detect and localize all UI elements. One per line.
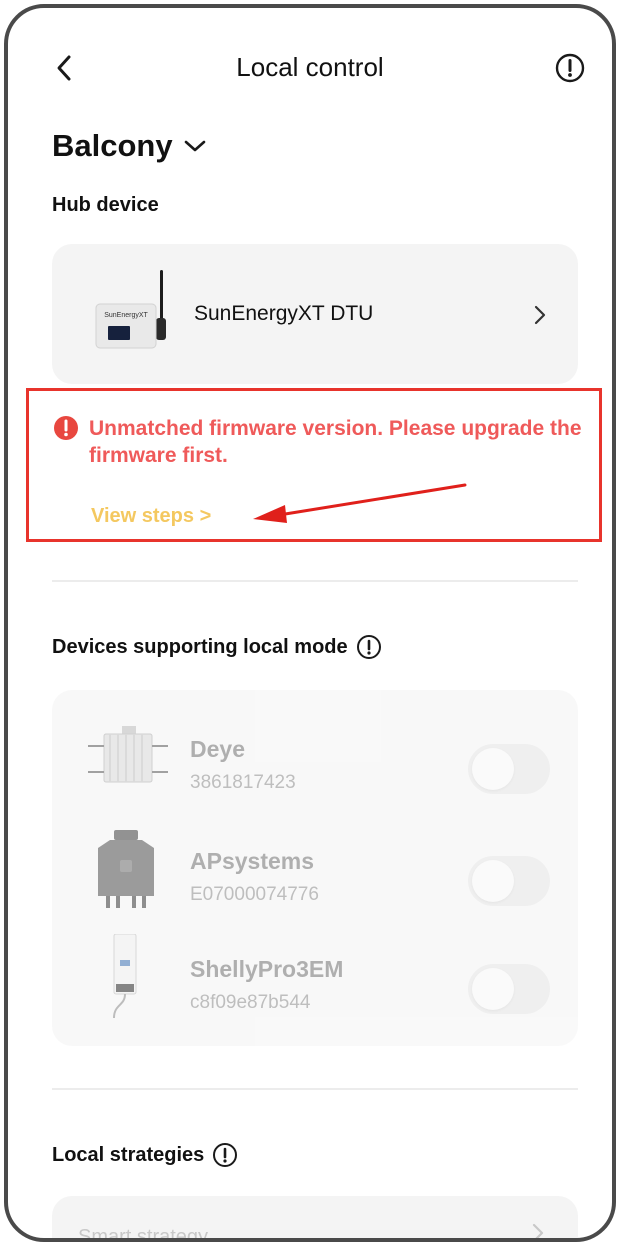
divider — [52, 1088, 578, 1090]
microinverter-icon — [98, 830, 154, 908]
list-item: APsystems E07000074776 — [52, 830, 578, 938]
strategy-item[interactable]: Smart strategy — [52, 1196, 578, 1242]
hub-device-name: SunEnergyXT DTU — [194, 302, 374, 325]
energy-meter-icon — [113, 934, 137, 1019]
local-devices-header: Devices supporting local mode — [52, 634, 382, 660]
warning-message: Unmatched firmware version. Please upgra… — [89, 417, 582, 467]
local-mode-toggle[interactable] — [468, 856, 550, 906]
site-selector[interactable]: Balcony — [52, 128, 207, 164]
local-mode-toggle[interactable] — [468, 744, 550, 794]
chevron-right-icon — [534, 305, 546, 325]
local-devices-list: Deye 3861817423 APsystems E07000074776 S… — [52, 690, 578, 1046]
info-circle-icon — [555, 53, 585, 83]
device-serial: 3861817423 — [190, 772, 296, 793]
red-arrow-icon — [253, 483, 467, 523]
device-serial: c8f09e87b544 — [190, 992, 311, 1013]
hub-device-card[interactable]: SunEnergyXT SunEnergyXT DTU — [52, 244, 578, 384]
chevron-right-icon — [532, 1223, 544, 1238]
device-serial: E07000074776 — [190, 884, 319, 905]
divider — [52, 580, 578, 582]
chevron-down-icon — [184, 140, 205, 152]
strategy-label: Smart strategy — [78, 1226, 209, 1242]
dtu-logo-text: SunEnergyXT — [104, 312, 148, 319]
info-circle-icon[interactable] — [356, 634, 382, 660]
page-title: Local control — [236, 52, 384, 82]
dtu-device-image: SunEnergyXT — [95, 270, 166, 349]
hub-section-title: Hub device — [52, 194, 159, 216]
list-item: ShellyPro3EM c8f09e87b544 — [52, 934, 578, 1046]
device-name: APsystems — [190, 848, 315, 874]
device-name: ShellyPro3EM — [190, 956, 344, 982]
error-circle-icon — [54, 416, 78, 440]
view-steps-link[interactable]: View steps > — [91, 505, 211, 528]
info-button[interactable] — [554, 52, 586, 84]
device-name: Deye — [190, 736, 245, 762]
list-item: Deye 3861817423 — [52, 726, 578, 826]
local-devices-title: Devices supporting local mode — [52, 635, 348, 658]
strategies-title: Local strategies — [52, 1143, 205, 1166]
phone-screen: Local control Balcony Hub device SunEner… — [4, 4, 616, 1242]
firmware-warning: Unmatched firmware version. Please upgra… — [26, 388, 602, 542]
microinverter-icon — [88, 726, 168, 783]
local-mode-toggle[interactable] — [468, 964, 550, 1014]
site-name: Balcony — [52, 128, 173, 163]
info-circle-icon[interactable] — [212, 1142, 238, 1168]
strategies-header: Local strategies — [52, 1142, 238, 1168]
